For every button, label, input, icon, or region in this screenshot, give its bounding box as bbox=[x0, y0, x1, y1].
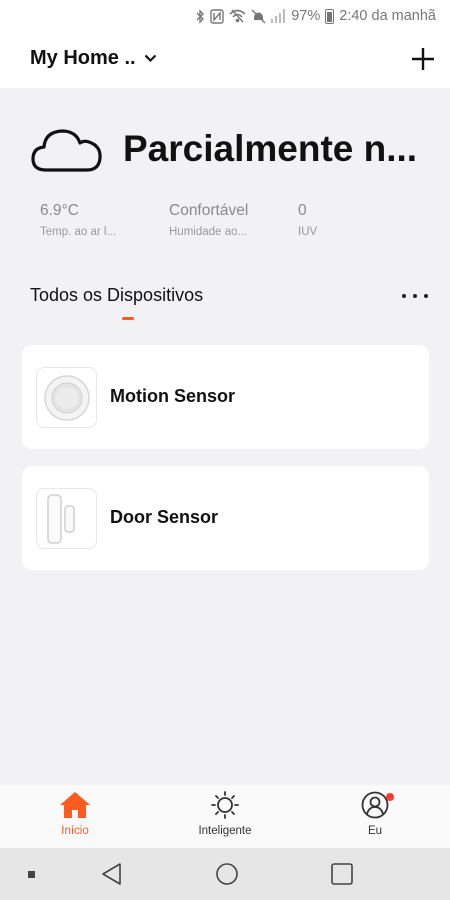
dot-icon bbox=[28, 871, 35, 878]
home-icon bbox=[60, 792, 90, 818]
tab-label: Início bbox=[61, 825, 89, 837]
battery-icon bbox=[325, 8, 335, 24]
bluetooth-icon bbox=[196, 8, 205, 24]
wifi-icon bbox=[229, 9, 246, 23]
tab-me[interactable]: Eu bbox=[330, 791, 420, 837]
device-thumbnail bbox=[36, 367, 97, 428]
device-card-motion-sensor[interactable]: Motion Sensor bbox=[22, 345, 429, 449]
device-name: Door Sensor bbox=[110, 507, 219, 527]
back-icon[interactable] bbox=[100, 862, 124, 886]
metric-value: 0 bbox=[298, 202, 307, 219]
more-horizontal-icon[interactable] bbox=[402, 286, 428, 306]
sun-icon bbox=[211, 791, 239, 819]
notification-badge bbox=[386, 793, 394, 801]
door-sensor-icon bbox=[46, 493, 75, 544]
chevron-down-icon bbox=[144, 54, 156, 63]
tab-home[interactable]: Início bbox=[30, 791, 120, 837]
metric-uv: 0 IUV bbox=[298, 202, 317, 238]
battery-percent: 97% bbox=[291, 8, 321, 24]
metric-value: Confortável bbox=[169, 202, 249, 219]
metric-label: Humidade ao... bbox=[169, 226, 247, 238]
motion-sensor-icon bbox=[43, 374, 90, 421]
weather-condition: Parcialmente n... bbox=[123, 128, 418, 169]
tab-all-devices[interactable]: Todos os Dispositivos bbox=[30, 285, 203, 306]
status-bar: 97% 2:40 da manhã bbox=[0, 0, 450, 32]
mute-icon bbox=[251, 8, 266, 24]
metric-label: IUV bbox=[298, 226, 318, 238]
tab-smart[interactable]: Inteligente bbox=[180, 791, 270, 837]
metric-humidity: Confortável Humidade ao... bbox=[169, 202, 248, 238]
home-selector[interactable]: My Home .. bbox=[30, 47, 157, 70]
tab-label: Inteligente bbox=[198, 825, 252, 837]
metric-label: Temp. ao ar l... bbox=[40, 226, 117, 238]
device-name: Motion Sensor bbox=[110, 386, 235, 406]
bottom-tab-bar: Início Inteligente Eu bbox=[0, 785, 450, 848]
signal-icon bbox=[271, 9, 286, 23]
clock: 2:40 da manhã bbox=[339, 8, 436, 24]
home-name: My Home .. bbox=[30, 47, 136, 69]
active-tab-indicator bbox=[122, 317, 134, 320]
recents-icon[interactable] bbox=[330, 862, 354, 886]
metric-value: 6.9°C bbox=[40, 202, 79, 219]
metric-temperature: 6.9°C Temp. ao ar l... bbox=[40, 202, 116, 238]
nfc-icon bbox=[210, 8, 224, 24]
device-thumbnail bbox=[36, 488, 97, 549]
device-card-door-sensor[interactable]: Door Sensor bbox=[22, 466, 429, 570]
tab-label: Eu bbox=[367, 825, 383, 837]
system-nav-bar bbox=[0, 848, 450, 900]
app-bar: My Home .. bbox=[0, 32, 450, 88]
plus-icon[interactable] bbox=[410, 46, 436, 72]
home-circle-icon[interactable] bbox=[215, 862, 239, 886]
cloud-icon bbox=[31, 129, 102, 172]
